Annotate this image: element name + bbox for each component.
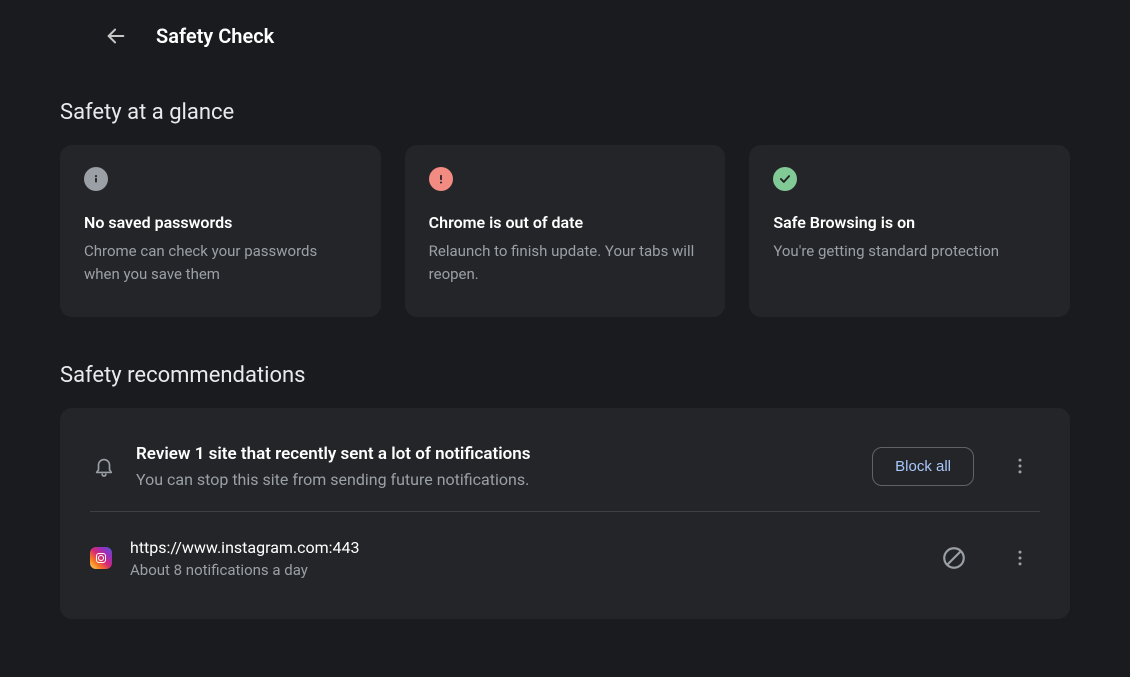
card-title: Safe Browsing is on <box>773 213 1046 232</box>
info-icon <box>84 167 108 191</box>
card-title: No saved passwords <box>84 213 357 232</box>
glance-cards: No saved passwords Chrome can check your… <box>60 145 1070 317</box>
review-more-button[interactable] <box>1000 446 1040 486</box>
card-desc: You're getting standard protection <box>773 240 1046 263</box>
page-title: Safety Check <box>156 24 274 48</box>
divider <box>90 511 1040 512</box>
review-row: Review 1 site that recently sent a lot o… <box>60 432 1070 501</box>
card-safe-browsing[interactable]: Safe Browsing is on You're getting stand… <box>749 145 1070 317</box>
site-url: https://www.instagram.com:443 <box>130 538 908 557</box>
site-subtitle: About 8 notifications a day <box>130 561 908 579</box>
site-more-button[interactable] <box>1000 538 1040 578</box>
block-all-button[interactable]: Block all <box>872 447 974 486</box>
check-icon <box>773 167 797 191</box>
glance-section-title: Safety at a glance <box>60 100 1070 125</box>
site-row: https://www.instagram.com:443 About 8 no… <box>60 522 1070 603</box>
page-header: Safety Check <box>60 0 1070 78</box>
recommendations-section-title: Safety recommendations <box>60 363 1070 388</box>
review-subtitle: You can stop this site from sending futu… <box>136 470 854 489</box>
card-passwords[interactable]: No saved passwords Chrome can check your… <box>60 145 381 317</box>
card-desc: Relaunch to finish update. Your tabs wil… <box>429 240 702 287</box>
recommendations-panel: Review 1 site that recently sent a lot o… <box>60 408 1070 619</box>
card-desc: Chrome can check your passwords when you… <box>84 240 357 287</box>
back-button[interactable] <box>98 18 134 54</box>
arrow-left-icon <box>105 25 127 47</box>
card-update[interactable]: Chrome is out of date Relaunch to finish… <box>405 145 726 317</box>
more-vertical-icon <box>1010 548 1030 568</box>
block-icon <box>941 545 967 571</box>
site-block-button[interactable] <box>934 538 974 578</box>
card-title: Chrome is out of date <box>429 213 702 232</box>
more-vertical-icon <box>1010 456 1030 476</box>
review-title: Review 1 site that recently sent a lot o… <box>136 444 854 464</box>
instagram-icon <box>90 547 112 569</box>
alert-icon <box>429 167 453 191</box>
bell-icon <box>90 455 118 477</box>
